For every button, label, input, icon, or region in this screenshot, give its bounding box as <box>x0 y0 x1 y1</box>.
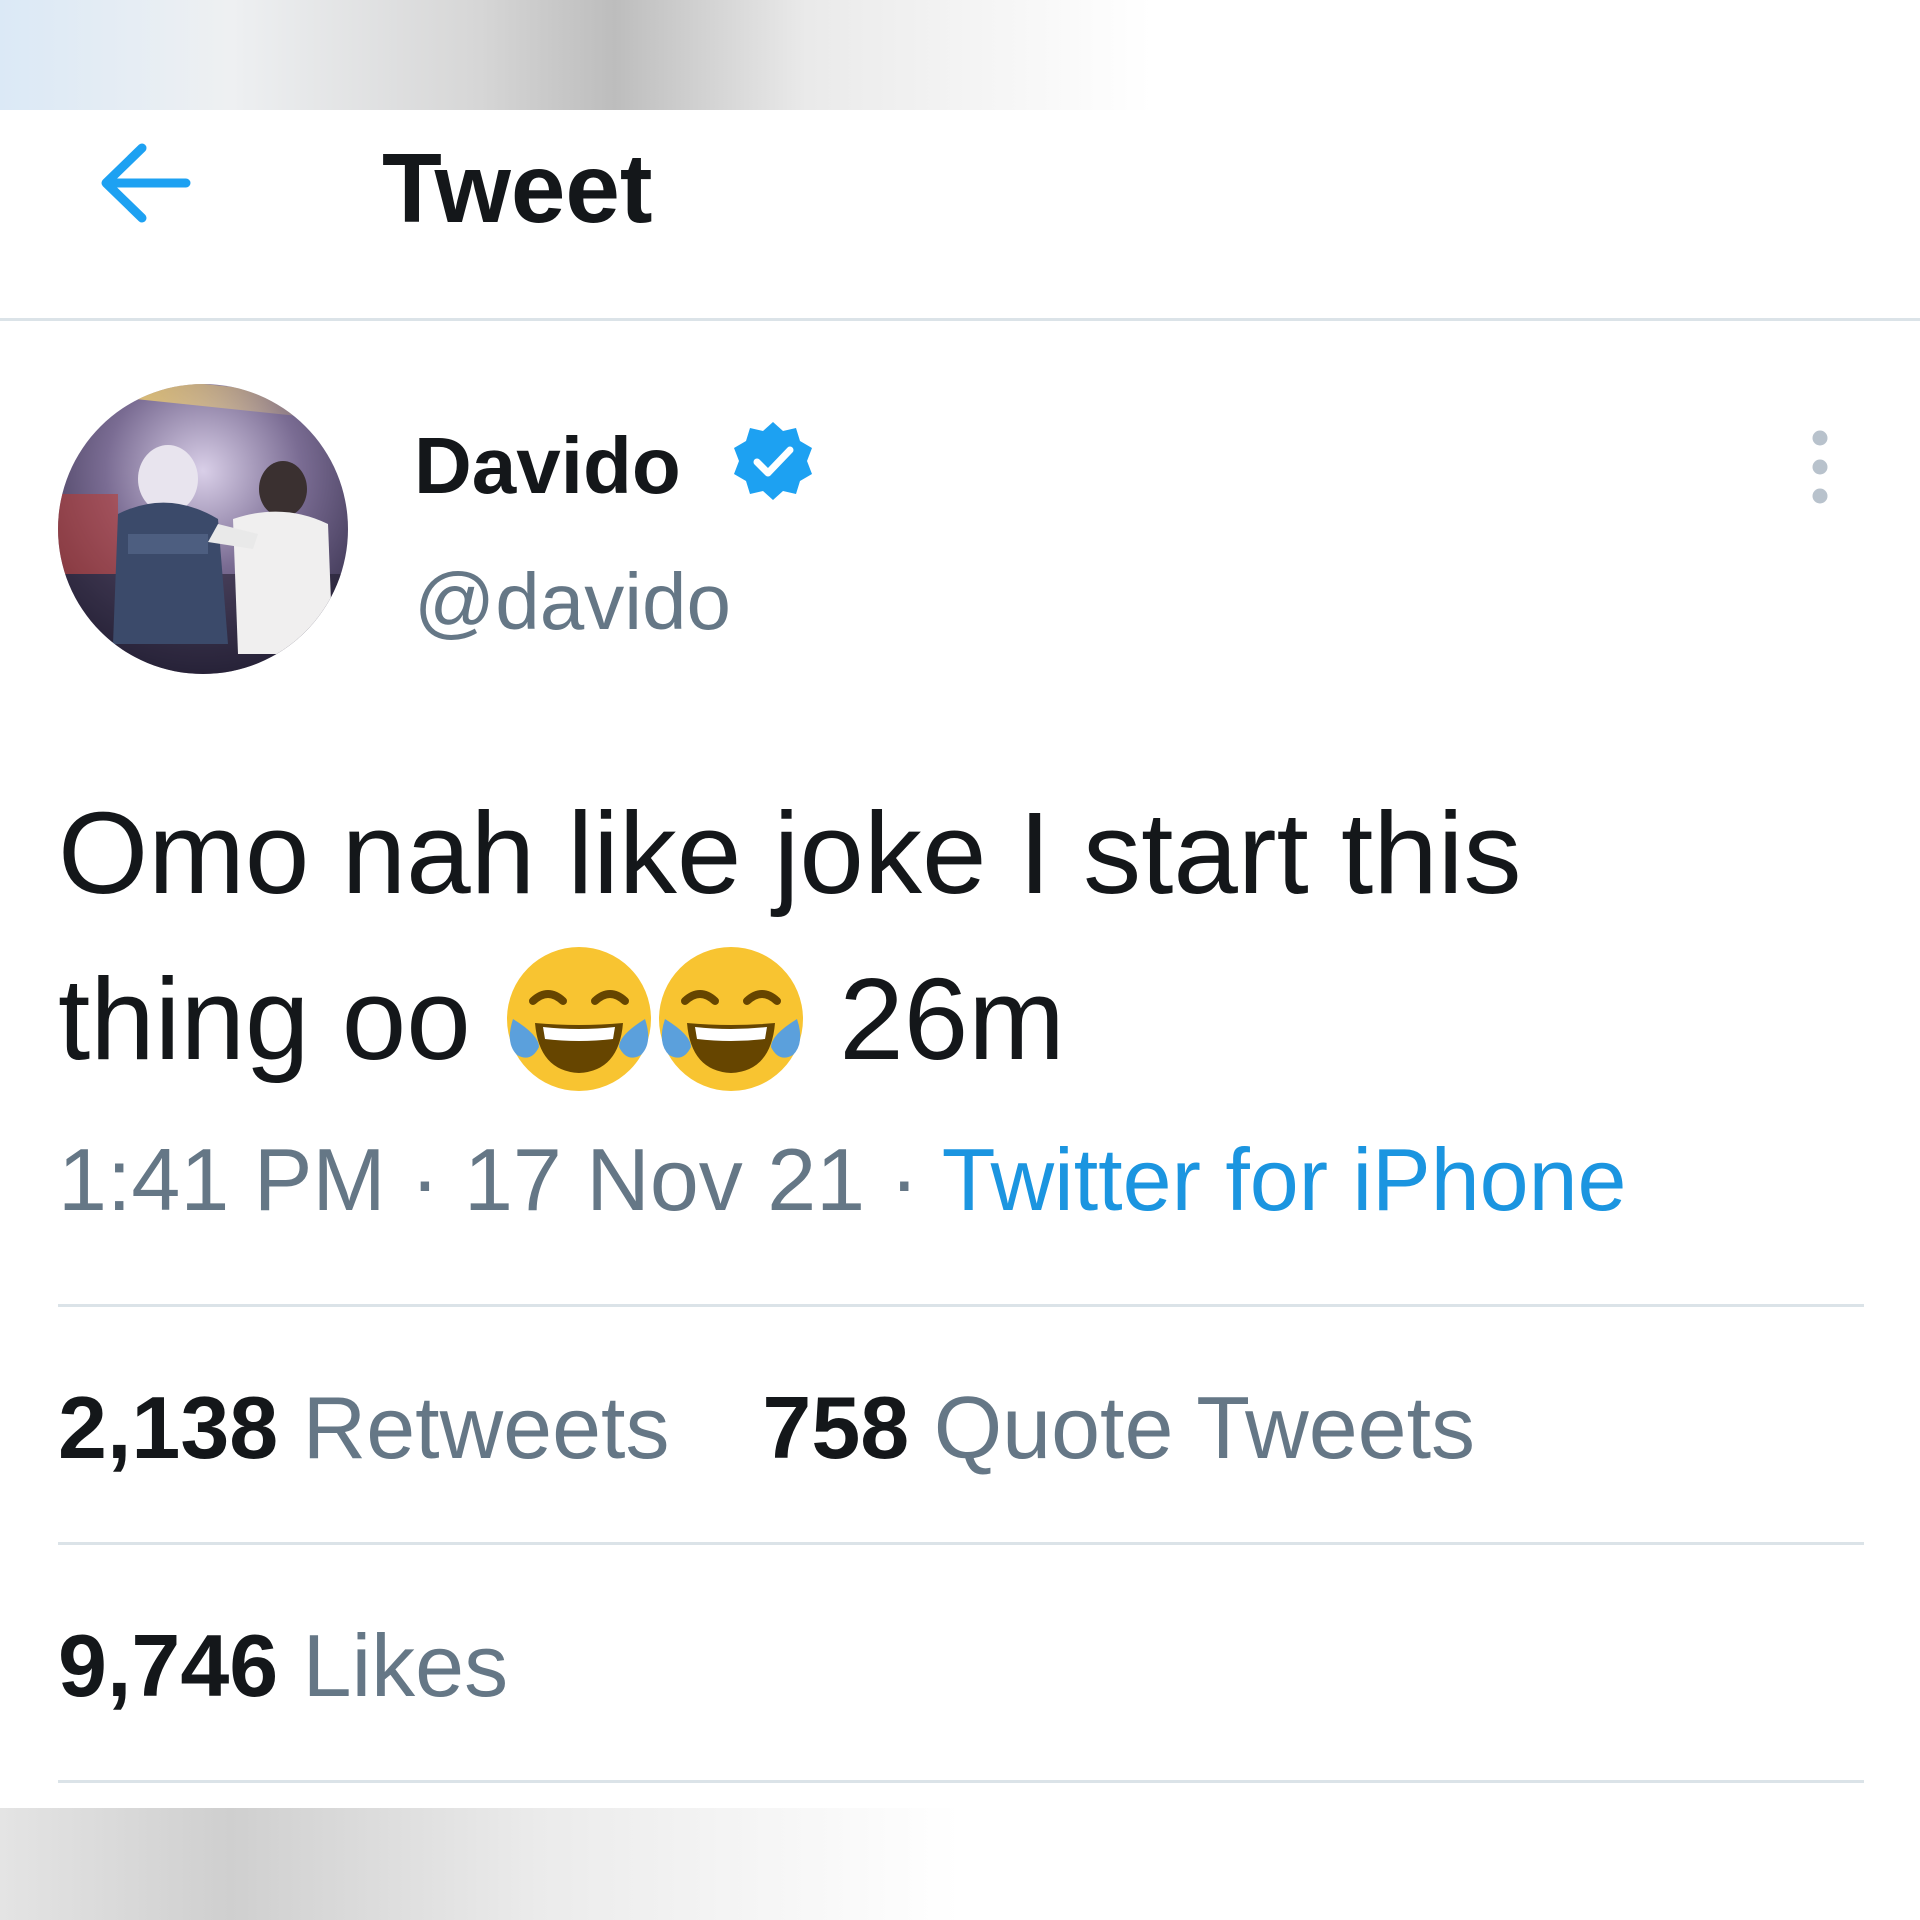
tweet-text-part: thing oo <box>58 954 471 1084</box>
divider <box>58 1780 1864 1783</box>
tears-of-joy-emoji-icon <box>507 947 652 1091</box>
back-button[interactable] <box>92 128 202 238</box>
engagement-stats-row: 2,138 Retweets 758 Quote Tweets <box>58 1378 1475 1478</box>
tweet-metadata: 1:41 PM · 17 Nov 21 · Twitter for iPhone <box>58 1130 1626 1230</box>
likes-label: Likes <box>302 1616 509 1715</box>
tweet-text-line-1: Omo nah like joke I start this <box>58 788 1522 918</box>
tweet-date: 17 Nov 21 <box>463 1130 866 1229</box>
likes-stats-row: 9,746 Likes <box>58 1616 508 1716</box>
top-screen-edge <box>0 0 1920 110</box>
divider <box>58 1304 1864 1307</box>
retweets-label: Retweets <box>302 1378 670 1477</box>
avatar[interactable] <box>58 384 348 674</box>
tweet-source-link[interactable]: Twitter for iPhone <box>942 1130 1627 1229</box>
likes-count: 9,746 <box>58 1616 279 1715</box>
likes-stat[interactable]: 9,746 Likes <box>58 1616 508 1715</box>
quote-tweets-stat[interactable]: 758 Quote Tweets <box>762 1378 1475 1477</box>
more-options-button[interactable] <box>1790 426 1850 508</box>
divider <box>58 1542 1864 1545</box>
meta-separator: · <box>410 1130 440 1229</box>
verified-badge-icon <box>734 422 812 500</box>
quote-tweets-count: 758 <box>762 1378 910 1477</box>
more-vertical-icon <box>1812 430 1828 504</box>
tears-of-joy-emoji-icon <box>659 947 804 1091</box>
page-title: Tweet <box>382 133 653 243</box>
tweet-text: Omo nah like joke I start this thing oo … <box>58 770 1858 1102</box>
retweets-stat[interactable]: 2,138 Retweets <box>58 1378 694 1477</box>
tweet-text-part: 26m <box>839 954 1065 1084</box>
arrow-left-icon <box>101 143 191 223</box>
tweet-text-line-2: thing oo 26m <box>58 936 1858 1102</box>
bottom-screen-edge <box>0 1808 1920 1920</box>
quote-tweets-label: Quote Tweets <box>933 1378 1476 1477</box>
meta-separator: · <box>889 1130 919 1229</box>
author-handle[interactable]: @davido <box>414 552 731 652</box>
author-display-name[interactable]: Davido <box>414 416 681 516</box>
tweet-time: 1:41 PM <box>58 1130 386 1229</box>
retweets-count: 2,138 <box>58 1378 279 1477</box>
top-bar: Tweet <box>0 110 1920 321</box>
